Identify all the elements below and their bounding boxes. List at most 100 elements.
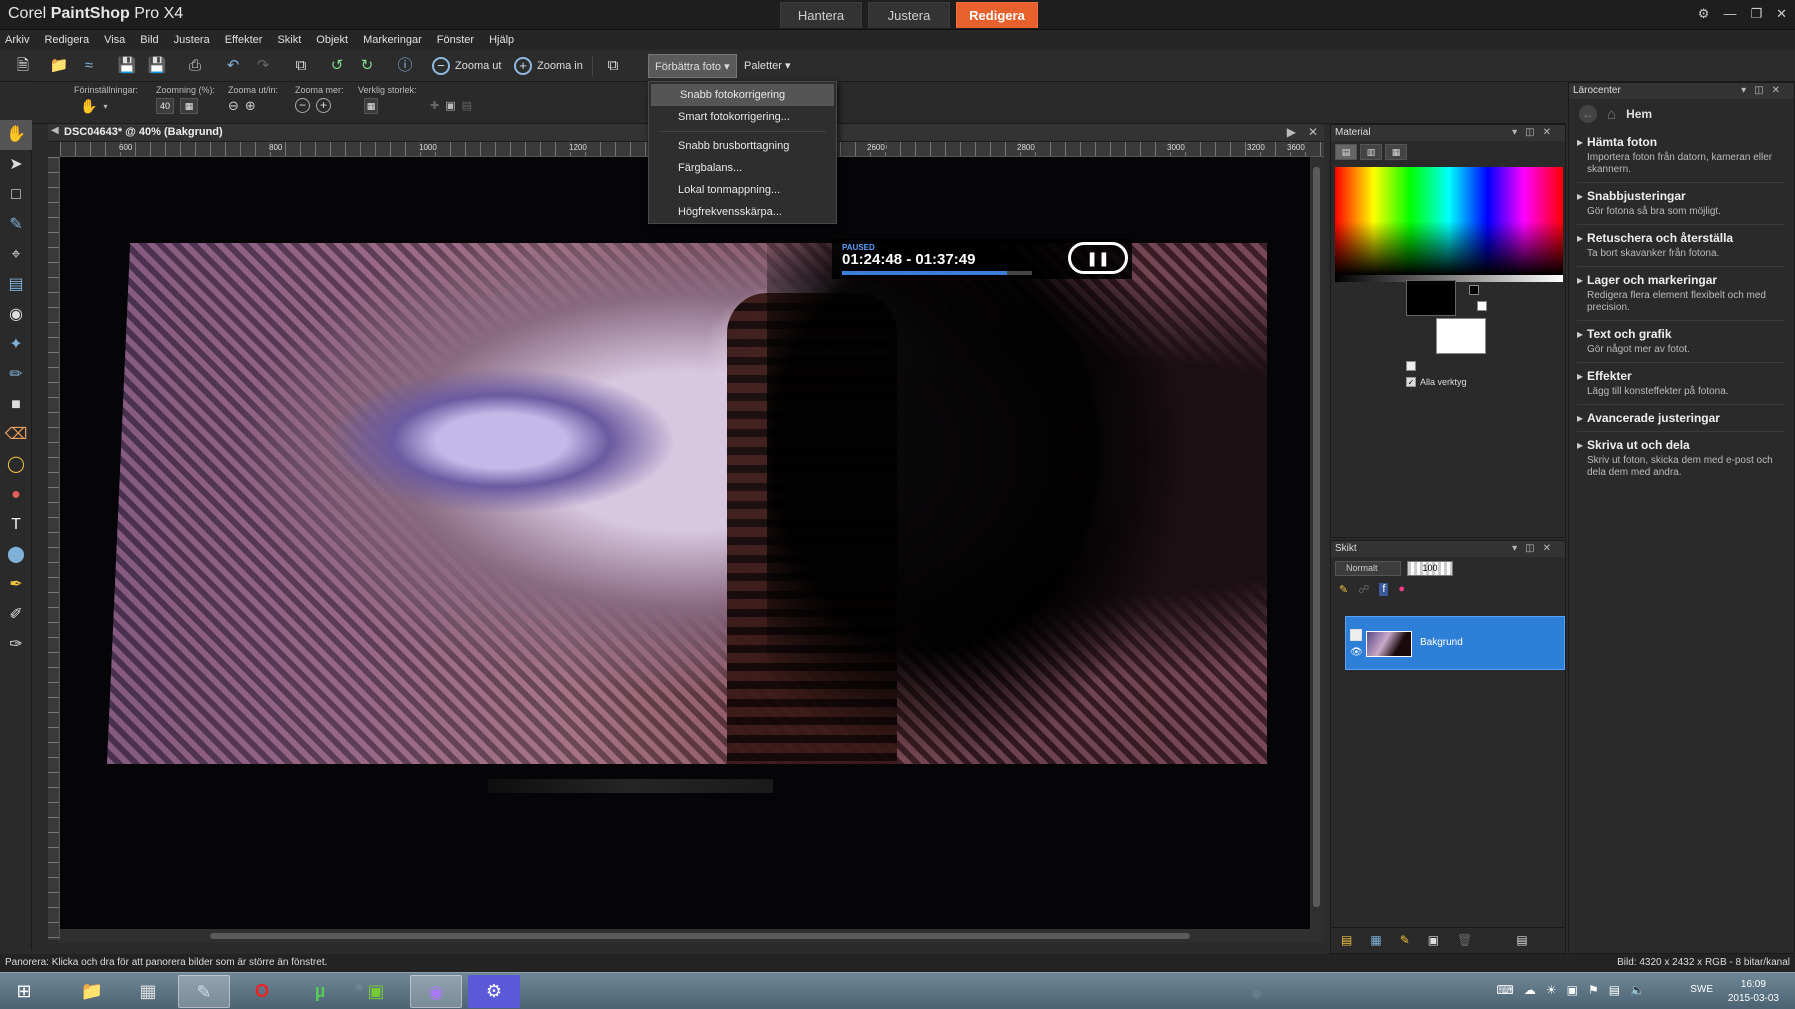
layer-properties-icon[interactable]: ▤ (1516, 933, 1527, 948)
pan-hand-icon[interactable]: ✋ (80, 98, 97, 115)
close-document-icon[interactable]: ✕ (1308, 125, 1318, 139)
menu-effekter[interactable]: Effekter (225, 34, 263, 46)
tab-swatches[interactable]: ▦ (1385, 144, 1407, 160)
enhance-photo-dropdown[interactable]: Förbättra foto ▾ (648, 54, 737, 78)
image-canvas[interactable]: PAUSED 01:24:48 - 01:37:49 ❚❚ (60, 157, 1310, 929)
clock[interactable]: 16:09 2015-03-03 (1728, 978, 1779, 1006)
paint-tool-icon[interactable]: ● (0, 480, 32, 510)
undo-icon[interactable]: ↶ (222, 55, 244, 77)
volume-icon[interactable]: 🔈 (1630, 983, 1645, 997)
background-color-swatch[interactable] (1436, 318, 1486, 354)
zoom-in-small-icon[interactable]: ⊕ (245, 98, 256, 114)
fill-tool-icon[interactable]: ■ (0, 390, 32, 420)
chevron-down-icon[interactable]: ▾ (103, 102, 107, 111)
new-file-icon[interactable]: 🗎 (12, 55, 34, 77)
chevron-right-icon[interactable]: ▶ (1287, 125, 1296, 139)
menu-hjalp[interactable]: Hjälp (489, 34, 514, 46)
horizontal-scrollbar[interactable] (60, 929, 1324, 943)
learning-item[interactable]: Effekter Lägg till konsteffekter på foto… (1577, 363, 1784, 405)
opacity-input[interactable]: 100 (1407, 561, 1453, 576)
menu-item-lokal-tonmappning[interactable]: Lokal tonmappning... (649, 179, 836, 201)
menu-redigera[interactable]: Redigera (44, 34, 89, 46)
color-spectrum[interactable] (1335, 167, 1563, 275)
resize-icon[interactable]: ⧉ (290, 55, 312, 77)
paintshop-icon[interactable]: ◉ (410, 975, 462, 1008)
rotate-left-icon[interactable]: ↺ (326, 55, 348, 77)
pan-tool-icon[interactable]: ✋ (0, 120, 32, 150)
learning-item[interactable]: Hämta foton Importera foton från datorn,… (1577, 129, 1784, 183)
learning-item[interactable]: Avancerade justeringar (1577, 405, 1784, 432)
dropper-tool-icon[interactable]: ✎ (0, 210, 32, 240)
menu-item-snabb-fotokorrigering[interactable]: Snabb fotokorrigering (651, 84, 834, 106)
horizontal-scroll-thumb[interactable] (210, 933, 1190, 939)
vertical-scrollbar[interactable] (1310, 157, 1324, 929)
fit-screen-icon[interactable]: ▤ (462, 99, 472, 112)
pick-tool-icon[interactable]: ➤ (0, 150, 32, 180)
transparent-toggle[interactable] (1406, 361, 1416, 371)
palettes-dropdown[interactable]: Paletter ▾ (738, 54, 797, 78)
document-tab[interactable]: DSC04643* @ 40% (Bakgrund) (64, 126, 223, 138)
menu-objekt[interactable]: Objekt (316, 34, 348, 46)
blend-mode-select[interactable]: Normalt (1335, 561, 1401, 576)
duplicate-layer-icon[interactable]: ▣ (1428, 933, 1439, 948)
language-indicator[interactable]: SWE (1690, 984, 1713, 995)
new-layer-icon[interactable]: ▤ (1341, 933, 1352, 948)
shape-tool-icon[interactable]: ⬤ (0, 540, 32, 570)
delete-layer-icon[interactable]: 🗑 (1457, 933, 1472, 948)
vertical-scroll-thumb[interactable] (1313, 167, 1320, 907)
info-icon[interactable]: ⓘ (394, 55, 416, 77)
fit-window-icon[interactable]: ▣ (445, 99, 455, 112)
menu-visa[interactable]: Visa (104, 34, 125, 46)
zoom-percent-input[interactable]: 40 (156, 98, 174, 114)
restore-icon[interactable]: ❐ (1750, 6, 1762, 22)
redo-icon[interactable]: ↷ (252, 55, 274, 77)
straighten-tool-icon[interactable]: ▤ (0, 270, 32, 300)
small-background-swatch[interactable] (1477, 301, 1487, 311)
menu-skikt[interactable]: Skikt (277, 34, 301, 46)
settings-icon[interactable]: ⚙ (1698, 6, 1710, 22)
tab-hantera[interactable]: Hantera (780, 2, 862, 28)
file-explorer-icon[interactable]: 📁 (66, 975, 118, 1008)
menu-fonster[interactable]: Fönster (437, 34, 474, 46)
copy-icon[interactable]: ⧉ (602, 55, 624, 77)
zoom-stepper[interactable]: ▦ (180, 98, 198, 114)
close-icon[interactable]: ✕ (1776, 6, 1787, 22)
menu-markeringar[interactable]: Markeringar (363, 34, 422, 46)
home-icon[interactable]: ⌂ (1607, 106, 1616, 123)
print-icon[interactable]: ⎙ (184, 55, 206, 77)
brush-tool-icon[interactable]: ✏ (0, 360, 32, 390)
cloud-icon[interactable]: ☀ (1546, 983, 1557, 997)
adjust-layer-icon[interactable]: ✎ (1400, 933, 1410, 948)
smudge-tool-icon[interactable]: ✑ (0, 630, 32, 660)
red-eye-tool-icon[interactable]: ◉ (0, 300, 32, 330)
rotate-right-icon[interactable]: ↻ (356, 55, 378, 77)
settings-app-icon[interactable]: ⚙ (468, 975, 520, 1008)
nvidia-tray-icon[interactable]: ▣ (1567, 983, 1578, 997)
learning-item[interactable]: Retuschera och återställa Ta bort skavan… (1577, 225, 1784, 267)
save-icon[interactable]: 💾 (116, 55, 138, 77)
flickr-icon[interactable]: ● (1398, 583, 1405, 596)
opera-icon[interactable]: O (236, 975, 288, 1008)
menu-arkiv[interactable]: Arkiv (5, 34, 29, 46)
learning-item[interactable]: Skriva ut och dela Skriv ut foton, skick… (1577, 432, 1784, 485)
zoom-out-small-icon[interactable]: ⊖ (228, 98, 239, 114)
tab-rainbow[interactable]: ▥ (1360, 144, 1382, 160)
replace-tool-icon[interactable]: ◯ (0, 450, 32, 480)
tab-justera[interactable]: Justera (868, 2, 950, 28)
all-tools-checkbox[interactable]: ✓ Alla verktyg (1406, 377, 1467, 387)
menu-bild[interactable]: Bild (140, 34, 158, 46)
layer-row-background[interactable]: 👁 Bakgrund (1345, 616, 1565, 670)
chevron-left-icon[interactable]: ◀ (51, 125, 59, 136)
pen-tool-icon[interactable]: ✒ (0, 570, 32, 600)
layer-visibility-toggle[interactable] (1350, 629, 1362, 641)
menu-item-fargbalans[interactable]: Färgbalans... (649, 157, 836, 179)
eye-icon[interactable]: 👁 (1350, 647, 1363, 658)
menu-item-hogfrekvensskarpa[interactable]: Högfrekvensskärpa... (649, 201, 836, 223)
windows-start-icon[interactable]: ⊞ (4, 975, 44, 1008)
foreground-color-swatch[interactable] (1406, 280, 1456, 316)
utorrent-icon[interactable]: µ (294, 975, 346, 1008)
network-icon[interactable]: ☁ (1524, 983, 1536, 997)
paint-icon[interactable]: ✎ (178, 975, 230, 1008)
learning-item[interactable]: Text och grafik Gör något mer av fotot. (1577, 321, 1784, 363)
tab-redigera[interactable]: Redigera (956, 2, 1038, 28)
